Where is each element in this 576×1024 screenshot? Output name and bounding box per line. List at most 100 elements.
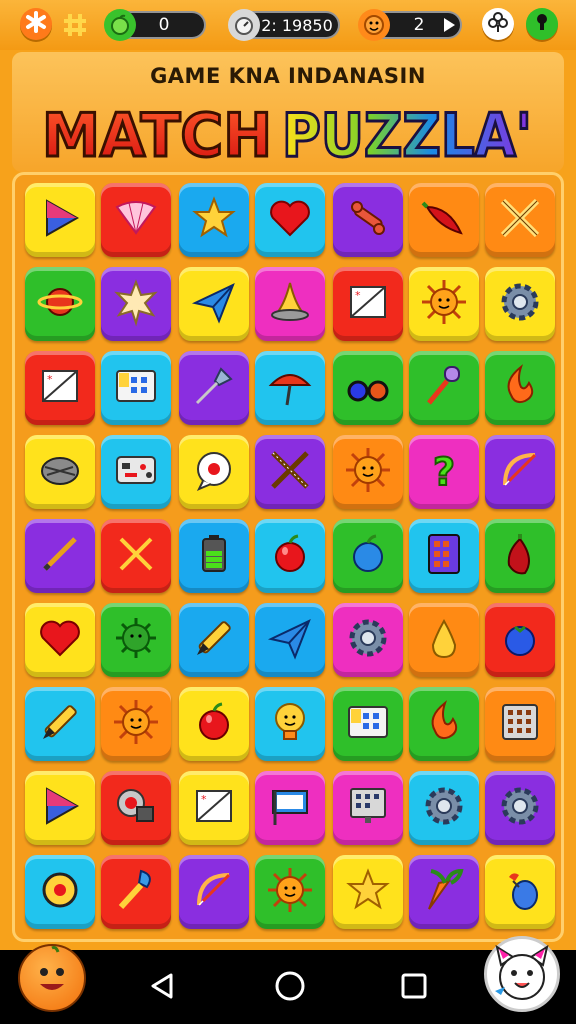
tile-r4-c6[interactable]: ? — [409, 435, 479, 509]
tile-r1-c5[interactable] — [333, 183, 403, 257]
chat-bubble-icon — [189, 445, 239, 499]
settings-button[interactable] — [20, 8, 52, 40]
clover-button[interactable] — [482, 8, 514, 40]
star-flower-icon — [111, 277, 161, 331]
bow-icon — [495, 445, 545, 499]
tile-r6-c5[interactable] — [333, 603, 403, 677]
tile-r9-c1[interactable] — [25, 855, 95, 929]
tile-r6-c2[interactable] — [101, 603, 171, 677]
tile-r9-c5[interactable] — [333, 855, 403, 929]
play-arrow-icon[interactable] — [442, 17, 456, 38]
pepper-icon — [495, 529, 545, 583]
tile-r4-c1[interactable] — [25, 435, 95, 509]
tile-r7-c7[interactable] — [485, 687, 555, 761]
tile-r5-c1[interactable] — [25, 519, 95, 593]
tile-r7-c3[interactable] — [179, 687, 249, 761]
planet-icon — [35, 277, 85, 331]
cat-mascot-button[interactable] — [484, 936, 560, 1012]
green-apple-icon — [104, 9, 136, 41]
tile-r9-c6[interactable] — [409, 855, 479, 929]
sun-icon — [343, 445, 393, 499]
tile-r9-c7[interactable] — [485, 855, 555, 929]
tile-r8-c1[interactable] — [25, 771, 95, 845]
stone-icon — [35, 445, 85, 499]
play-triangle-icon — [35, 781, 85, 835]
tile-r5-c5[interactable] — [333, 519, 403, 593]
tile-r5-c6[interactable] — [409, 519, 479, 593]
tile-r7-c6[interactable] — [409, 687, 479, 761]
tile-r8-c6[interactable] — [409, 771, 479, 845]
crayon-icon — [35, 697, 85, 751]
tile-r6-c1[interactable] — [25, 603, 95, 677]
home-button[interactable] — [270, 968, 310, 1008]
back-button[interactable] — [142, 968, 182, 1008]
question-icon: ? — [419, 445, 469, 499]
tile-r6-c7[interactable] — [485, 603, 555, 677]
tile-r3-c3[interactable] — [179, 351, 249, 425]
tile-r4-c2[interactable] — [101, 435, 171, 509]
target-icon — [111, 781, 161, 835]
tile-r1-c2[interactable] — [101, 183, 171, 257]
gear-icon — [495, 277, 545, 331]
play-triangle-icon — [35, 193, 85, 247]
tile-r3-c5[interactable] — [333, 351, 403, 425]
crossed-sticks-icon — [111, 529, 161, 583]
recents-button[interactable] — [394, 968, 434, 1008]
tile-r4-c7[interactable] — [485, 435, 555, 509]
tile-r7-c4[interactable] — [255, 687, 325, 761]
tile-r1-c7[interactable] — [485, 183, 555, 257]
tile-r3-c6[interactable] — [409, 351, 479, 425]
tile-r5-c3[interactable] — [179, 519, 249, 593]
tile-r1-c4[interactable] — [255, 183, 325, 257]
flag-icon — [265, 781, 315, 835]
tile-r3-c2[interactable] — [101, 351, 171, 425]
tile-r5-c2[interactable] — [101, 519, 171, 593]
gem-counter: 2 — [358, 9, 462, 41]
tile-r7-c1[interactable] — [25, 687, 95, 761]
hint-button[interactable] — [526, 8, 558, 40]
tile-r8-c5[interactable] — [333, 771, 403, 845]
tile-r3-c1[interactable]: * — [25, 351, 95, 425]
tile-r1-c3[interactable] — [179, 183, 249, 257]
asterisk-icon — [25, 11, 47, 37]
tile-r2-c1[interactable] — [25, 267, 95, 341]
tile-r2-c4[interactable] — [255, 267, 325, 341]
tile-r3-c7[interactable] — [485, 351, 555, 425]
heart-icon — [265, 193, 315, 247]
tile-r8-c7[interactable] — [485, 771, 555, 845]
tile-r2-c7[interactable] — [485, 267, 555, 341]
tile-r2-c3[interactable] — [179, 267, 249, 341]
tile-r9-c4[interactable] — [255, 855, 325, 929]
tile-r6-c6[interactable] — [409, 603, 479, 677]
tile-r2-c2[interactable] — [101, 267, 171, 341]
tile-r1-c1[interactable] — [25, 183, 95, 257]
tile-r8-c3[interactable]: * — [179, 771, 249, 845]
svg-text:*: * — [201, 793, 207, 806]
mascot-button[interactable] — [18, 944, 86, 1012]
keypad-icon — [343, 697, 393, 751]
tile-r9-c3[interactable] — [179, 855, 249, 929]
tile-r7-c2[interactable] — [101, 687, 171, 761]
grid-menu-button[interactable] — [62, 12, 88, 38]
tile-r8-c4[interactable] — [255, 771, 325, 845]
tile-r4-c4[interactable] — [255, 435, 325, 509]
tile-r4-c3[interactable] — [179, 435, 249, 509]
tile-r6-c4[interactable] — [255, 603, 325, 677]
tile-r7-c5[interactable] — [333, 687, 403, 761]
tile-r3-c4[interactable] — [255, 351, 325, 425]
timer-display: 2: 19850 — [228, 9, 340, 41]
tile-r4-c5[interactable] — [333, 435, 403, 509]
calculator-icon — [419, 529, 469, 583]
tile-r6-c3[interactable] — [179, 603, 249, 677]
tile-r5-c7[interactable] — [485, 519, 555, 593]
tile-r9-c2[interactable] — [101, 855, 171, 929]
tile-r5-c4[interactable] — [255, 519, 325, 593]
tile-r1-c6[interactable] — [409, 183, 479, 257]
clover-icon — [487, 11, 509, 37]
tile-r2-c6[interactable] — [409, 267, 479, 341]
svg-text:*: * — [47, 373, 53, 386]
svg-text:*: * — [355, 289, 361, 302]
tile-r2-c5[interactable]: * — [333, 267, 403, 341]
tile-r8-c2[interactable] — [101, 771, 171, 845]
crossed-swords-icon — [265, 445, 315, 499]
